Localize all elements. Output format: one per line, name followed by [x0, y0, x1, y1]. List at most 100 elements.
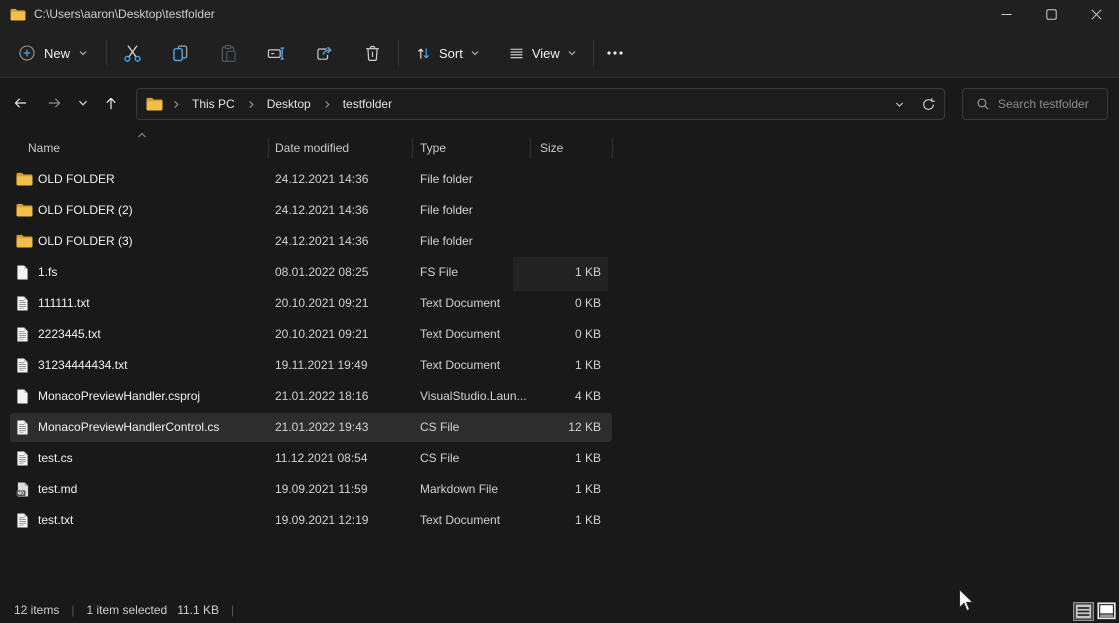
folder-icon: [16, 172, 33, 186]
file-row[interactable]: 1.fs08.01.2022 08:25FS File1 KB: [0, 257, 1119, 288]
file-type: Markdown File: [420, 474, 498, 505]
file-row[interactable]: test.txt19.09.2021 12:19Text Document1 K…: [0, 505, 1119, 536]
file-date-modified: 20.10.2021 09:21: [275, 319, 368, 350]
file-row[interactable]: MonacoPreviewHandlerControl.cs 21.01.2022…: [0, 412, 1119, 443]
svg-text:MD: MD: [18, 491, 25, 496]
column-header-name[interactable]: Name: [28, 141, 60, 155]
file-row[interactable]: OLD FOLDER (2)24.12.2021 14:36File folde…: [0, 195, 1119, 226]
file-type: CS File: [420, 443, 459, 474]
breadcrumb-chevron-icon: [172, 100, 180, 109]
file-row[interactable]: MonacoPreviewHandler.csproj21.01.2022 18…: [0, 381, 1119, 412]
sort-ascending-icon: [137, 132, 147, 139]
column-separator[interactable]: [612, 138, 613, 159]
see-more-button[interactable]: [598, 34, 632, 72]
column-header-size[interactable]: Size: [540, 141, 563, 155]
file-name: MonacoPreviewHandler.csproj: [38, 381, 200, 412]
forward-button[interactable]: [41, 89, 67, 117]
file-name: test.md: [38, 474, 77, 505]
address-bar[interactable]: This PC Desktop testfolder: [136, 88, 945, 120]
file-text-icon: [16, 327, 29, 342]
folder-icon: [16, 234, 33, 248]
breadcrumb-chevron-icon: [247, 100, 255, 109]
file-type: Text Document: [420, 319, 500, 350]
rename-button[interactable]: [256, 34, 296, 72]
file-name: 1.fs: [38, 257, 57, 288]
file-icon: [16, 265, 29, 280]
cut-button[interactable]: [112, 34, 152, 72]
file-row[interactable]: MD test.md 19.09.2021 11:59 Markdown File 1 …: [0, 474, 1119, 505]
minimize-button[interactable]: [984, 0, 1029, 28]
file-row[interactable]: 31234444434.txt19.11.2021 19:49Text Docu…: [0, 350, 1119, 381]
file-row[interactable]: OLD FOLDER (3)24.12.2021 14:36File folde…: [0, 226, 1119, 257]
file-type: Text Document: [420, 505, 500, 536]
column-separator[interactable]: [530, 138, 531, 159]
paste-button[interactable]: [208, 34, 248, 72]
new-plus-icon: [18, 44, 36, 62]
file-size: 4 KB: [575, 381, 601, 412]
file-date-modified: 11.12.2021 08:54: [275, 443, 368, 474]
breadcrumb-item-testfolder[interactable]: testfolder: [340, 95, 395, 113]
column-separator[interactable]: [412, 138, 413, 159]
up-button[interactable]: [98, 89, 124, 117]
file-size: 12 KB: [568, 412, 601, 443]
search-box[interactable]: [962, 88, 1108, 120]
file-name: OLD FOLDER: [38, 164, 115, 195]
file-size: 0 KB: [575, 288, 601, 319]
view-button[interactable]: View: [502, 34, 583, 72]
selection-count: 1 item selected: [86, 603, 167, 617]
file-type: CS File: [420, 412, 459, 443]
file-size: 1 KB: [575, 474, 601, 505]
sort-label: Sort: [439, 46, 463, 61]
breadcrumb-chevron-icon: [323, 100, 331, 109]
file-name: test.txt: [38, 505, 73, 536]
folder-icon: [10, 8, 26, 21]
close-button[interactable]: [1074, 0, 1119, 28]
breadcrumb-item-desktop[interactable]: Desktop: [264, 95, 314, 113]
column-header-date-modified[interactable]: Date modified: [275, 141, 349, 155]
toolbar-separator: [106, 40, 107, 66]
search-input[interactable]: [998, 97, 1103, 111]
file-row[interactable]: 111111.txt20.10.2021 09:21Text Document0…: [0, 288, 1119, 319]
view-label: View: [532, 46, 560, 61]
file-row[interactable]: OLD FOLDER24.12.2021 14:36File folder: [0, 164, 1119, 195]
chevron-down-icon: [78, 48, 88, 58]
file-date-modified: 19.09.2021 12:19: [275, 505, 368, 536]
file-type: FS File: [420, 257, 458, 288]
file-date-modified: 21.01.2022 19:43: [275, 412, 368, 443]
column-separator[interactable]: [268, 138, 269, 159]
file-name: 111111.txt: [38, 288, 90, 319]
file-date-modified: 24.12.2021 14:36: [275, 164, 368, 195]
recent-locations-button[interactable]: [70, 89, 96, 117]
thumbnails-view-button[interactable]: [1095, 602, 1117, 621]
sort-button[interactable]: Sort: [409, 34, 486, 72]
share-button[interactable]: [304, 34, 344, 72]
new-button[interactable]: New: [12, 34, 94, 72]
selection-size: 11.1 KB: [177, 603, 219, 617]
delete-button[interactable]: [352, 34, 392, 72]
toolbar-separator: [593, 40, 594, 66]
back-button[interactable]: [7, 89, 33, 117]
file-type: Text Document: [420, 288, 500, 319]
copy-button[interactable]: [160, 34, 200, 72]
file-row[interactable]: 2223445.txt 20.10.2021 09:21 Text Document…: [0, 319, 1119, 350]
status-divider: |: [71, 603, 74, 617]
view-lines-icon: [508, 45, 525, 62]
file-date-modified: 24.12.2021 14:36: [275, 226, 368, 257]
toolbar-separator: [398, 40, 399, 66]
breadcrumb-item-this-pc[interactable]: This PC: [189, 95, 238, 113]
file-type: VisualStudio.Laun...: [420, 381, 527, 412]
file-type: File folder: [420, 195, 473, 226]
file-date-modified: 19.09.2021 11:59: [275, 474, 368, 505]
file-name: 2223445.txt: [38, 319, 101, 350]
column-header-type[interactable]: Type: [420, 141, 446, 155]
file-text-icon: [16, 513, 29, 528]
maximize-button[interactable]: [1029, 0, 1074, 28]
details-view-button[interactable]: [1072, 602, 1094, 621]
file-date-modified: 08.01.2022 08:25: [275, 257, 368, 288]
file-name: MonacoPreviewHandlerControl.cs: [38, 412, 219, 443]
address-dropdown-chevron-icon[interactable]: [894, 99, 905, 110]
file-row[interactable]: test.cs11.12.2021 08:54CS File1 KB: [0, 443, 1119, 474]
window-title: C:\Users\aaron\Desktop\testfolder: [34, 7, 215, 21]
chevron-down-icon: [470, 48, 480, 58]
refresh-icon[interactable]: [921, 97, 936, 112]
